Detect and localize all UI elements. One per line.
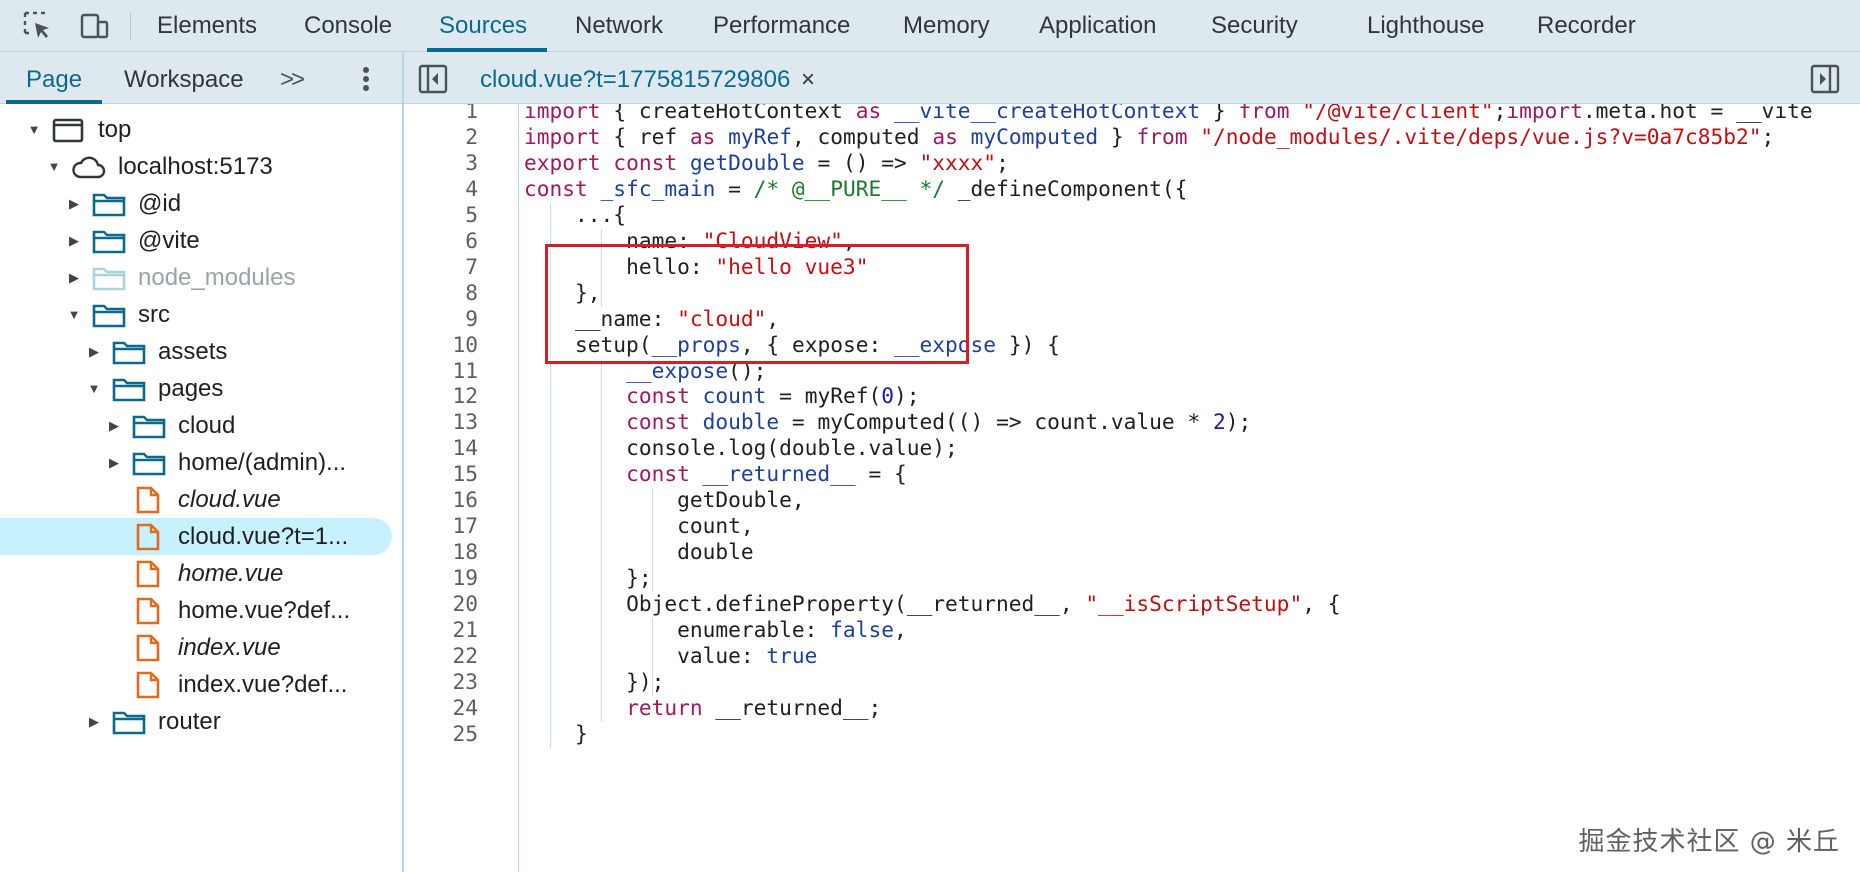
toolbar-divider	[130, 12, 131, 40]
navigator-tabs: Page Workspace >>	[0, 52, 402, 104]
tab-elements[interactable]: Elements	[157, 0, 257, 52]
file-icon	[136, 634, 160, 662]
tree-file-item[interactable]: home.vue	[0, 555, 402, 592]
tree-item-label: @vite	[138, 227, 200, 254]
tree-file-item[interactable]: cloud.vue?t=1...	[0, 518, 402, 555]
tree-item-label: cloud.vue	[178, 486, 281, 513]
frame-icon	[52, 118, 84, 143]
tree-folder-item[interactable]: ▶ @id	[0, 185, 402, 222]
tree-folder-item[interactable]: ▶ assets	[0, 333, 402, 370]
watermark: 掘金技术社区 @ 米丘	[1578, 827, 1840, 857]
tree-file-item[interactable]: cloud.vue	[0, 481, 402, 518]
collapse-arrow-icon[interactable]: ▼	[84, 370, 104, 407]
expand-arrow-icon[interactable]: ▶	[84, 333, 104, 370]
tree-folder-item[interactable]: ▶ cloud	[0, 407, 402, 444]
tree-item-label: localhost:5173	[118, 153, 273, 180]
more-tabs-chevron-icon[interactable]: >>	[280, 52, 305, 104]
device-toggle-icon[interactable]	[78, 10, 110, 42]
devtools-tab-bar: Elements Console Sources Network Perform…	[0, 0, 1860, 52]
tab-workspace[interactable]: Workspace	[124, 52, 244, 104]
expand-arrow-icon[interactable]: ▶	[64, 222, 84, 259]
file-icon	[136, 560, 160, 588]
file-icon	[136, 671, 160, 699]
navigator-panel: Page Workspace >> ▼ top ▼ localhost:5173 ▶ @i…	[0, 52, 404, 872]
highlight-annotation-box	[545, 244, 969, 364]
tree-folder-item[interactable]: ▼ src	[0, 296, 402, 333]
tree-item-label: home/(admin)...	[178, 449, 347, 476]
expand-arrow-icon[interactable]: ▶	[104, 444, 124, 481]
tree-file-item[interactable]: index.vue?def...	[0, 666, 402, 703]
folder-icon	[92, 193, 126, 217]
folder-icon	[112, 378, 146, 402]
tab-recorder[interactable]: Recorder	[1537, 0, 1636, 52]
folder-icon	[92, 304, 126, 328]
tree-item-label: home.vue?def...	[178, 597, 351, 624]
tab-security[interactable]: Security	[1211, 0, 1298, 52]
editor-tab-bar: cloud.vue?t=1775815729806 ×	[404, 52, 1860, 104]
folder-icon	[112, 341, 146, 365]
element-picker-icon[interactable]	[22, 10, 54, 42]
file-tab-label: cloud.vue?t=1775815729806	[480, 66, 791, 93]
collapse-arrow-icon[interactable]: ▼	[24, 111, 44, 148]
tab-page[interactable]: Page	[5, 52, 103, 104]
expand-arrow-icon[interactable]: ▶	[64, 185, 84, 222]
tab-memory[interactable]: Memory	[903, 0, 990, 52]
line-number: 25	[452, 720, 478, 746]
expand-arrow-icon[interactable]: ▶	[84, 703, 104, 740]
file-icon	[136, 523, 160, 551]
tab-application[interactable]: Application	[1039, 0, 1156, 52]
tree-item-label: src	[138, 301, 170, 328]
toggle-navigator-icon[interactable]	[418, 64, 448, 94]
tab-console[interactable]: Console	[304, 0, 392, 52]
close-tab-icon[interactable]: ×	[801, 66, 815, 93]
tree-item-label: node_modules	[138, 264, 296, 291]
collapse-arrow-icon[interactable]: ▼	[44, 148, 64, 185]
tree-item-label: index.vue	[178, 634, 281, 661]
tree-file-item[interactable]: home.vue?def...	[0, 592, 402, 629]
folder-icon	[92, 267, 126, 291]
folder-icon	[132, 452, 166, 476]
tab-lighthouse[interactable]: Lighthouse	[1367, 0, 1484, 52]
folder-icon	[92, 230, 126, 254]
folder-icon	[112, 711, 146, 735]
editor-file-tab[interactable]: cloud.vue?t=1775815729806 ×	[480, 52, 815, 104]
expand-arrow-icon[interactable]: ▶	[64, 259, 84, 296]
tree-folder-item[interactable]: ▼ top	[0, 111, 402, 148]
tree-folder-item[interactable]: ▶ node_modules	[0, 259, 402, 296]
code-line: 25 }	[404, 718, 1860, 749]
folder-icon	[132, 415, 166, 439]
tree-item-label: top	[98, 116, 132, 143]
tree-item-label: cloud	[178, 412, 236, 439]
collapse-arrow-icon[interactable]: ▼	[64, 296, 84, 333]
expand-arrow-icon[interactable]: ▶	[104, 407, 124, 444]
tree-file-item[interactable]: index.vue	[0, 629, 402, 666]
cloud-icon	[72, 156, 106, 179]
tree-folder-item[interactable]: ▶ router	[0, 703, 402, 740]
tree-item-label: pages	[158, 375, 224, 402]
tree-item-label: cloud.vue?t=1...	[178, 523, 349, 550]
tab-performance[interactable]: Performance	[713, 0, 850, 52]
tree-item-label: assets	[158, 338, 228, 365]
tree-item-label: @id	[138, 190, 182, 217]
tree-folder-item[interactable]: ▼ pages	[0, 370, 402, 407]
code-editor[interactable]: 1 import { createHotContext as __vite__cr…	[404, 104, 1860, 872]
file-icon	[136, 597, 160, 625]
tab-network[interactable]: Network	[575, 0, 663, 52]
code-text: }	[575, 720, 588, 746]
toggle-debugger-icon[interactable]	[1810, 64, 1840, 94]
file-icon	[136, 486, 160, 514]
tree-folder-item[interactable]: ▶ @vite	[0, 222, 402, 259]
tab-sources[interactable]: Sources	[426, 0, 548, 52]
tree-item-label: index.vue?def...	[178, 671, 348, 698]
tree-item-label: home.vue	[178, 560, 284, 587]
tree-folder-item[interactable]: ▶ home/(admin)...	[0, 444, 402, 481]
tree-item-label: router	[158, 708, 221, 735]
tree-folder-item[interactable]: ▼ localhost:5173	[0, 148, 402, 185]
more-options-icon[interactable]	[360, 64, 372, 94]
